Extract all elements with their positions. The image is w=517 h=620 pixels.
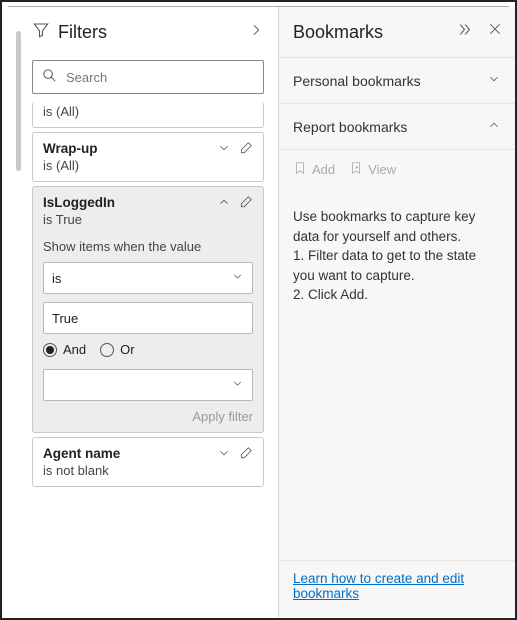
- filters-panel: Filters Search is (All) Wrap-up: [2, 7, 279, 617]
- filter-status: is (All): [43, 158, 253, 173]
- bookmark-actions: Add View: [279, 150, 515, 189]
- link-text: Learn how to create and edit bookmarks: [293, 571, 464, 601]
- filters-title: Filters: [58, 22, 248, 43]
- filter-status: is True: [43, 212, 253, 227]
- scrollbar[interactable]: [2, 7, 24, 617]
- filter-card-agentname[interactable]: Agent name is not blank: [32, 437, 264, 487]
- operator-value: is: [52, 271, 61, 286]
- bookmark-add-icon: [293, 160, 307, 179]
- chevron-down-icon[interactable]: [217, 141, 231, 158]
- chevron-up-icon[interactable]: [217, 195, 231, 212]
- filter-description: Show items when the value: [43, 239, 253, 254]
- bookmarks-header: Bookmarks: [279, 7, 515, 58]
- filter-status: is not blank: [43, 463, 253, 478]
- bookmarks-title: Bookmarks: [293, 22, 456, 43]
- filters-header: Filters: [24, 7, 272, 60]
- filter-status: is (All): [43, 104, 253, 119]
- chevron-down-icon: [231, 377, 244, 393]
- chevron-double-right-icon[interactable]: [456, 21, 473, 43]
- report-bookmarks-section[interactable]: Report bookmarks: [279, 104, 515, 150]
- filter-title: Wrap-up: [43, 141, 217, 156]
- radio-or-label: Or: [120, 342, 134, 357]
- funnel-icon: [32, 21, 50, 44]
- bookmark-view-icon: [349, 160, 363, 179]
- scroll-thumb[interactable]: [16, 31, 21, 171]
- close-icon[interactable]: [487, 21, 503, 43]
- search-icon: [33, 67, 66, 87]
- report-bookmarks-label: Report bookmarks: [293, 119, 407, 135]
- eraser-icon[interactable]: [239, 446, 253, 463]
- filter-title: IsLoggedIn: [43, 195, 217, 210]
- operator-select[interactable]: is: [43, 262, 253, 294]
- chevron-down-icon[interactable]: [217, 446, 231, 463]
- eraser-icon[interactable]: [239, 195, 253, 212]
- bookmarks-panel: Bookmarks Personal bookmarks Report book…: [279, 7, 515, 617]
- filter-card-wrapup[interactable]: Wrap-up is (All): [32, 132, 264, 182]
- search-placeholder: Search: [66, 70, 107, 85]
- filter-card-isloggedin: IsLoggedIn is True Show items when the v…: [32, 186, 264, 433]
- logic-radio-group: And Or: [43, 342, 253, 357]
- add-bookmark-button[interactable]: Add: [293, 160, 335, 179]
- chevron-up-icon: [487, 118, 501, 135]
- radio-or[interactable]: Or: [100, 342, 134, 357]
- chevron-down-icon: [231, 270, 244, 286]
- radio-and[interactable]: And: [43, 342, 86, 357]
- value-input[interactable]: True: [43, 302, 253, 334]
- search-input[interactable]: Search: [32, 60, 264, 94]
- personal-bookmarks-label: Personal bookmarks: [293, 73, 421, 89]
- filter-card[interactable]: is (All): [32, 102, 264, 128]
- chevron-down-icon: [487, 72, 501, 89]
- filter-title: Agent name: [43, 446, 217, 461]
- radio-and-label: And: [63, 342, 86, 357]
- personal-bookmarks-section[interactable]: Personal bookmarks: [279, 58, 515, 104]
- bookmarks-help-text: Use bookmarks to capture key data for yo…: [279, 189, 515, 560]
- secondary-select[interactable]: [43, 369, 253, 401]
- value-text: True: [52, 311, 78, 326]
- eraser-icon[interactable]: [239, 141, 253, 158]
- chevron-right-icon[interactable]: [248, 22, 264, 43]
- bookmarks-learn-link[interactable]: Learn how to create and edit bookmarks: [279, 560, 515, 617]
- add-label: Add: [312, 162, 335, 177]
- view-label: View: [368, 162, 396, 177]
- view-bookmark-button[interactable]: View: [349, 160, 396, 179]
- apply-filter-button[interactable]: Apply filter: [43, 409, 253, 424]
